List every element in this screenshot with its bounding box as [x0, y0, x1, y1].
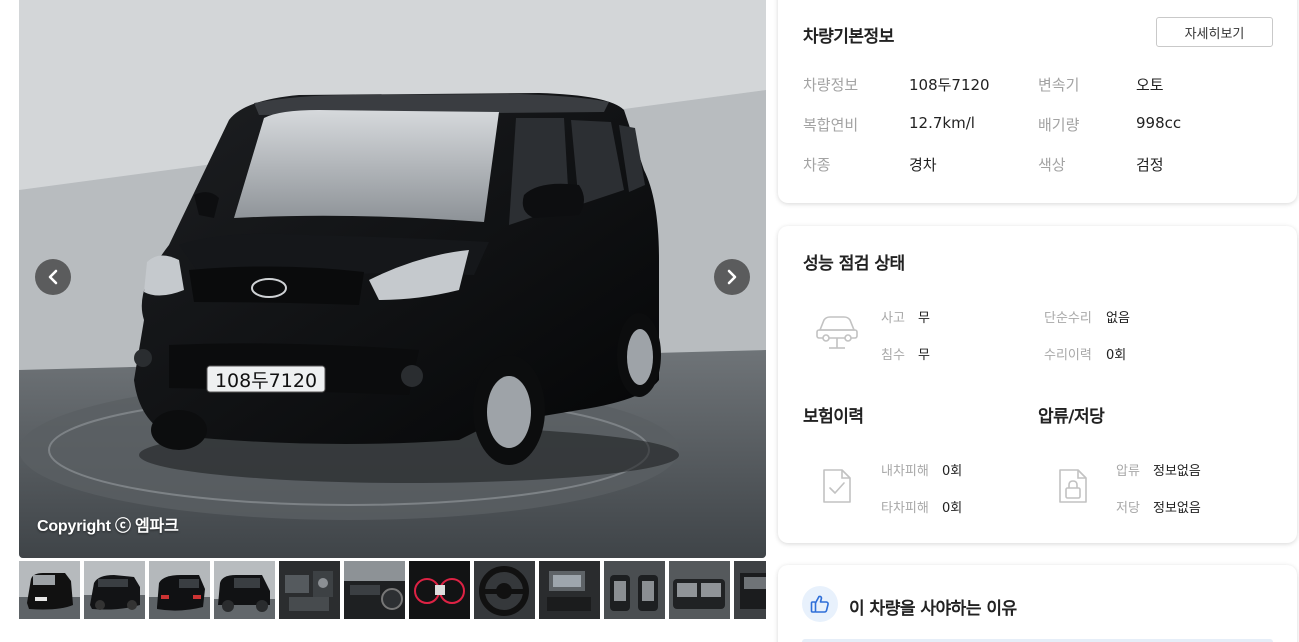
spec-label-car-type: 차종: [803, 156, 831, 174]
car-lift-icon: [816, 316, 858, 349]
spec-label-vehicle-info: 차량정보: [803, 76, 859, 94]
view-details-button[interactable]: 자세히보기: [1156, 17, 1273, 47]
basic-info-title: 차량기본정보: [803, 27, 894, 47]
simple-repair-value: 없음: [1106, 311, 1130, 326]
spec-label-fuel-efficiency: 복합연비: [803, 116, 859, 134]
spec-value-vehicle-info: 108두7120: [909, 76, 990, 94]
thumbnail-steering-wheel[interactable]: [474, 561, 535, 619]
mortgage-value: 정보없음: [1153, 501, 1201, 516]
other-damage-label: 타차피해: [881, 501, 929, 516]
flood-value: 무: [918, 348, 930, 363]
performance-check-card: 성능 점검 상태 사고 무 단순수리 없음 침수 무 수리이력 0회 보험이력 …: [778, 226, 1297, 543]
thumbnail-rear-seats[interactable]: [669, 561, 730, 619]
photo-copyright: Copyright ⓒ 엠파크: [37, 518, 179, 535]
document-lock-icon: [1059, 469, 1087, 503]
thumbnail-side-left[interactable]: [214, 561, 275, 619]
spec-value-car-type: 경차: [909, 156, 937, 174]
car-photo-illustration: 108두7120: [19, 0, 766, 558]
spec-value-color: 검정: [1136, 156, 1164, 174]
document-check-icon: [823, 469, 851, 503]
accident-label: 사고: [881, 311, 905, 326]
thumbnail-front-seats[interactable]: [604, 561, 665, 619]
reason-to-buy-title: 이 차량을 사야하는 이유: [849, 599, 1017, 619]
thumbnail-front-left[interactable]: [19, 561, 80, 619]
chevron-left-icon: [48, 269, 58, 285]
seizure-label: 압류: [1116, 464, 1140, 479]
seizure-value: 정보없음: [1153, 464, 1201, 479]
spec-label-displacement: 배기량: [1038, 116, 1080, 134]
thumbs-up-badge: [802, 586, 838, 622]
simple-repair-label: 단순수리: [1044, 311, 1092, 326]
next-photo-button[interactable]: [714, 259, 750, 295]
chevron-right-icon: [727, 269, 737, 285]
thumbnail-strip: [19, 561, 766, 619]
insurance-history-title: 보험이력: [803, 407, 864, 427]
basic-info-card: 차량기본정보 자세히보기 차량정보 108두7120 변속기 오토 복합연비 1…: [778, 0, 1297, 203]
thumbs-up-icon: [810, 595, 829, 613]
thumbnail-interior-dash[interactable]: [344, 561, 405, 619]
photo-gallery: 108두7120 Copyright ⓒ 엠파크: [19, 0, 766, 642]
other-damage-value: 0회: [942, 501, 963, 516]
accident-value: 무: [918, 311, 930, 326]
thumbnail-gauge-cluster[interactable]: [409, 561, 470, 619]
license-plate-text: 108두7120: [215, 370, 317, 392]
thumbnail-engine[interactable]: [279, 561, 340, 619]
main-car-photo[interactable]: 108두7120 Copyright ⓒ 엠파크: [19, 0, 766, 558]
own-damage-label: 내차피해: [881, 464, 929, 479]
repair-history-value: 0회: [1106, 348, 1127, 363]
thumbnail-center-console[interactable]: [539, 561, 600, 619]
spec-label-transmission: 변속기: [1038, 76, 1080, 94]
spec-value-fuel-efficiency: 12.7km/l: [909, 114, 975, 132]
seizure-mortgage-title: 압류/저당: [1038, 407, 1105, 427]
performance-title: 성능 점검 상태: [803, 254, 905, 274]
thumbnail-rear-right[interactable]: [84, 561, 145, 619]
mortgage-label: 저당: [1116, 501, 1140, 516]
thumbnail-rear-left[interactable]: [149, 561, 210, 619]
reason-to-buy-card: 이 차량을 사야하는 이유: [778, 565, 1297, 642]
spec-value-displacement: 998cc: [1136, 114, 1182, 132]
prev-photo-button[interactable]: [35, 259, 71, 295]
repair-history-label: 수리이력: [1044, 348, 1092, 363]
thumbnail-trunk[interactable]: [734, 561, 766, 619]
own-damage-value: 0회: [942, 464, 963, 479]
spec-value-transmission: 오토: [1136, 76, 1164, 94]
spec-label-color: 색상: [1038, 156, 1066, 174]
flood-label: 침수: [881, 348, 905, 363]
